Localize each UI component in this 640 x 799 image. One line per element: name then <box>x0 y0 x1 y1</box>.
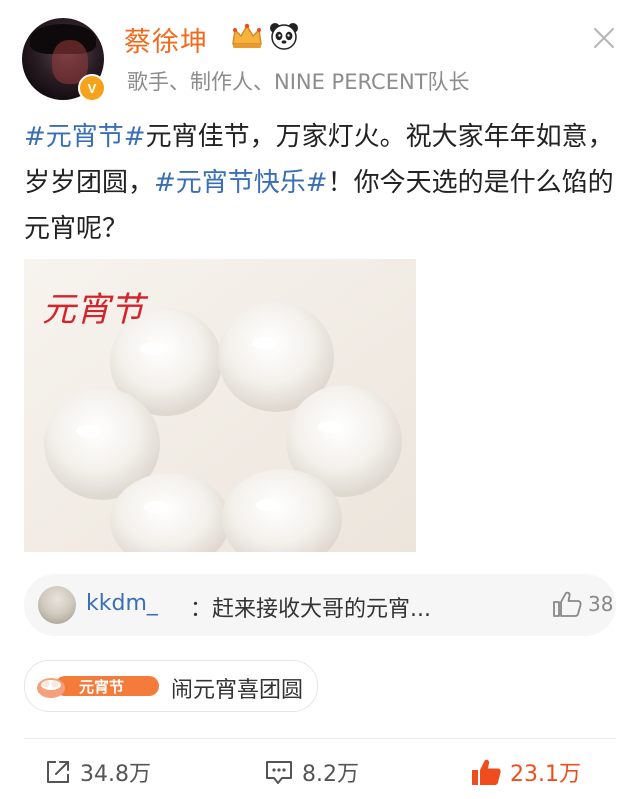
commenter-avatar[interactable] <box>38 586 76 624</box>
share-icon <box>47 761 69 783</box>
comment-button[interactable]: 8.2万 <box>264 754 359 790</box>
verified-badge-icon: V <box>78 74 106 102</box>
crown-icon <box>232 23 262 48</box>
comment-count: 8.2万 <box>302 762 359 787</box>
commenter-name[interactable]: kkdm_ <box>86 591 158 616</box>
hashtag-link[interactable]: #元宵节快乐# <box>154 168 328 198</box>
username[interactable]: 蔡徐坤 <box>124 20 208 59</box>
weibo-post-card: V 蔡徐坤 歌手、制作人、NINE PERCENT队长 #元宵节#元宵佳节，万家… <box>0 0 640 799</box>
tangyuan-photo: 元宵节 <box>24 259 416 552</box>
thumbs-up-icon <box>553 591 582 617</box>
post-text: #元宵节#元宵佳节，万家灯火。祝大家年年如意，岁岁团圆，#元宵节快乐#！你今天选… <box>24 114 624 252</box>
topic-chip[interactable]: 元宵节 闹元宵喜团圆 <box>24 660 318 712</box>
like-button[interactable]: 23.1万 <box>470 754 581 790</box>
topic-badge-text: 元宵节 <box>79 678 124 696</box>
comment-like-count: 38 <box>588 592 614 616</box>
close-icon <box>594 28 614 48</box>
share-count: 34.8万 <box>80 762 151 787</box>
user-bio: 歌手、制作人、NINE PERCENT队长 <box>127 70 470 94</box>
top-comment[interactable]: kkdm_ ：赶来接收大哥的元宵... 38 <box>24 574 616 636</box>
lantern-festival-badge: 元宵节 <box>37 676 159 698</box>
post-image[interactable]: 元宵节 <box>24 259 416 552</box>
hashtag-link[interactable]: #元宵节# <box>24 122 146 152</box>
topic-label: 闹元宵喜团圆 <box>171 678 304 703</box>
divider <box>24 738 616 739</box>
comment-like-button[interactable]: 38 <box>552 590 613 618</box>
comment-text: ：赶来接收大哥的元宵... <box>190 597 431 622</box>
like-count: 23.1万 <box>510 762 581 787</box>
panda-icon <box>270 23 298 50</box>
thumbs-up-filled-icon <box>472 759 501 785</box>
close-button[interactable] <box>590 24 618 52</box>
share-button[interactable]: 34.8万 <box>44 754 151 790</box>
image-caption: 元宵节 <box>42 290 149 330</box>
comment-icon <box>266 761 292 784</box>
